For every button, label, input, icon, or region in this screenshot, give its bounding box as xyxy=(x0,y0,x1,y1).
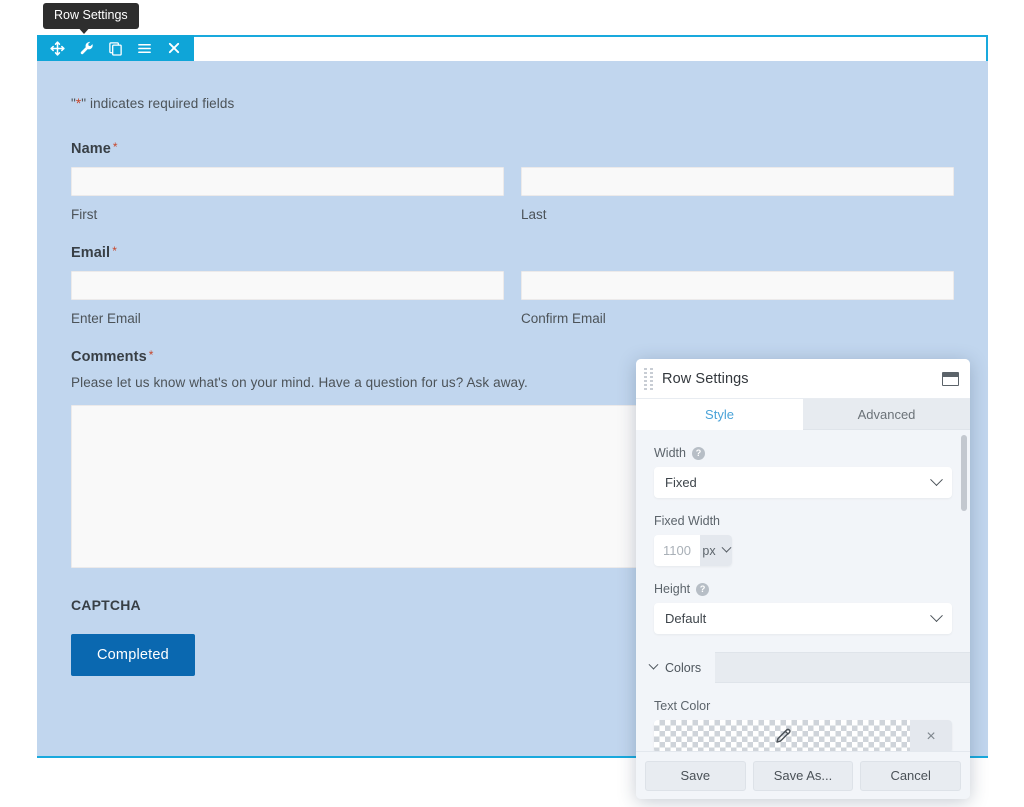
email-input[interactable] xyxy=(71,271,504,300)
height-select-value: Default xyxy=(665,611,932,626)
fixed-width-unit-value: px xyxy=(702,544,715,558)
fixed-width-control-group: Fixed Width px xyxy=(636,498,970,566)
name-field-group: Name* First Last xyxy=(71,140,955,222)
cancel-button[interactable]: Cancel xyxy=(860,761,961,791)
width-select-value: Fixed xyxy=(665,475,932,490)
close-icon[interactable] xyxy=(159,35,188,61)
email-confirm-sublabel: Confirm Email xyxy=(521,311,954,326)
email-field-group: Email* Enter Email Confirm Email xyxy=(71,244,955,326)
save-button[interactable]: Save xyxy=(645,761,746,791)
row-settings-panel: Row Settings Style Advanced Width ? Fixe… xyxy=(636,359,970,799)
panel-footer: Save Save As... Cancel xyxy=(636,751,970,799)
text-color-field: × xyxy=(654,720,952,751)
row-toolbar[interactable] xyxy=(37,35,194,61)
duplicate-icon[interactable] xyxy=(101,35,130,61)
chevron-down-icon xyxy=(930,473,943,486)
restore-window-icon[interactable] xyxy=(942,372,959,386)
tab-style[interactable]: Style xyxy=(636,399,803,430)
width-control-group: Width ? Fixed xyxy=(636,430,970,498)
required-fields-note: "*" indicates required fields xyxy=(71,96,955,111)
menu-icon[interactable] xyxy=(130,35,159,61)
help-icon[interactable]: ? xyxy=(692,447,705,460)
fixed-width-unit-select[interactable]: px xyxy=(700,535,732,566)
email-confirm-col: Confirm Email xyxy=(521,271,954,326)
height-select[interactable]: Default xyxy=(654,603,952,634)
width-select[interactable]: Fixed xyxy=(654,467,952,498)
name-first-sublabel: First xyxy=(71,207,504,222)
email-required-star: * xyxy=(112,244,117,258)
move-icon[interactable] xyxy=(43,35,72,61)
tooltip-label: Row Settings xyxy=(54,8,128,22)
text-color-label: Text Color xyxy=(654,699,952,713)
panel-header[interactable]: Row Settings xyxy=(636,359,970,399)
panel-body: Width ? Fixed Fixed Width xyxy=(636,430,970,751)
screenshot-root: Row Settings xyxy=(0,0,1024,807)
comments-required-star: * xyxy=(149,348,154,362)
email-enter-sublabel: Enter Email xyxy=(71,311,504,326)
colors-section-label: Colors xyxy=(665,661,701,675)
panel-scroll-content: Width ? Fixed Fixed Width xyxy=(636,430,970,751)
name-last-col: Last xyxy=(521,167,954,222)
name-label: Name* xyxy=(71,140,955,157)
colors-section-toggle[interactable]: Colors xyxy=(636,652,715,683)
fixed-width-field: px xyxy=(654,535,732,566)
name-first-col: First xyxy=(71,167,504,222)
eyedropper-icon xyxy=(774,728,791,745)
fixed-width-input[interactable] xyxy=(654,535,700,566)
email-enter-col: Enter Email xyxy=(71,271,504,326)
name-last-sublabel: Last xyxy=(521,207,954,222)
chevron-down-icon xyxy=(721,543,731,553)
save-as-button[interactable]: Save As... xyxy=(753,761,854,791)
chevron-down-icon xyxy=(930,609,943,622)
name-required-star: * xyxy=(113,140,118,154)
panel-title: Row Settings xyxy=(662,371,942,387)
drag-handle-icon[interactable] xyxy=(644,369,653,389)
completed-button[interactable]: Completed xyxy=(71,634,195,676)
fixed-width-label: Fixed Width xyxy=(654,514,952,528)
text-color-clear-button[interactable]: × xyxy=(910,720,952,751)
text-color-control-group: Text Color × xyxy=(636,683,970,751)
email-confirm-input[interactable] xyxy=(521,271,954,300)
tab-advanced[interactable]: Advanced xyxy=(803,399,970,430)
help-icon[interactable]: ? xyxy=(696,583,709,596)
colors-section-header-row: Colors xyxy=(636,652,970,683)
width-label: Width ? xyxy=(654,446,952,460)
wrench-icon[interactable] xyxy=(72,35,101,61)
email-label: Email* xyxy=(71,244,955,261)
name-first-input[interactable] xyxy=(71,167,504,196)
name-last-input[interactable] xyxy=(521,167,954,196)
panel-tabs: Style Advanced xyxy=(636,399,970,430)
height-control-group: Height ? Default xyxy=(636,566,970,634)
panel-scrollbar[interactable] xyxy=(961,435,967,511)
height-label: Height ? xyxy=(654,582,952,596)
tooltip-arrow xyxy=(76,25,92,34)
text-color-swatch[interactable] xyxy=(654,720,910,751)
chevron-down-icon xyxy=(649,660,659,670)
